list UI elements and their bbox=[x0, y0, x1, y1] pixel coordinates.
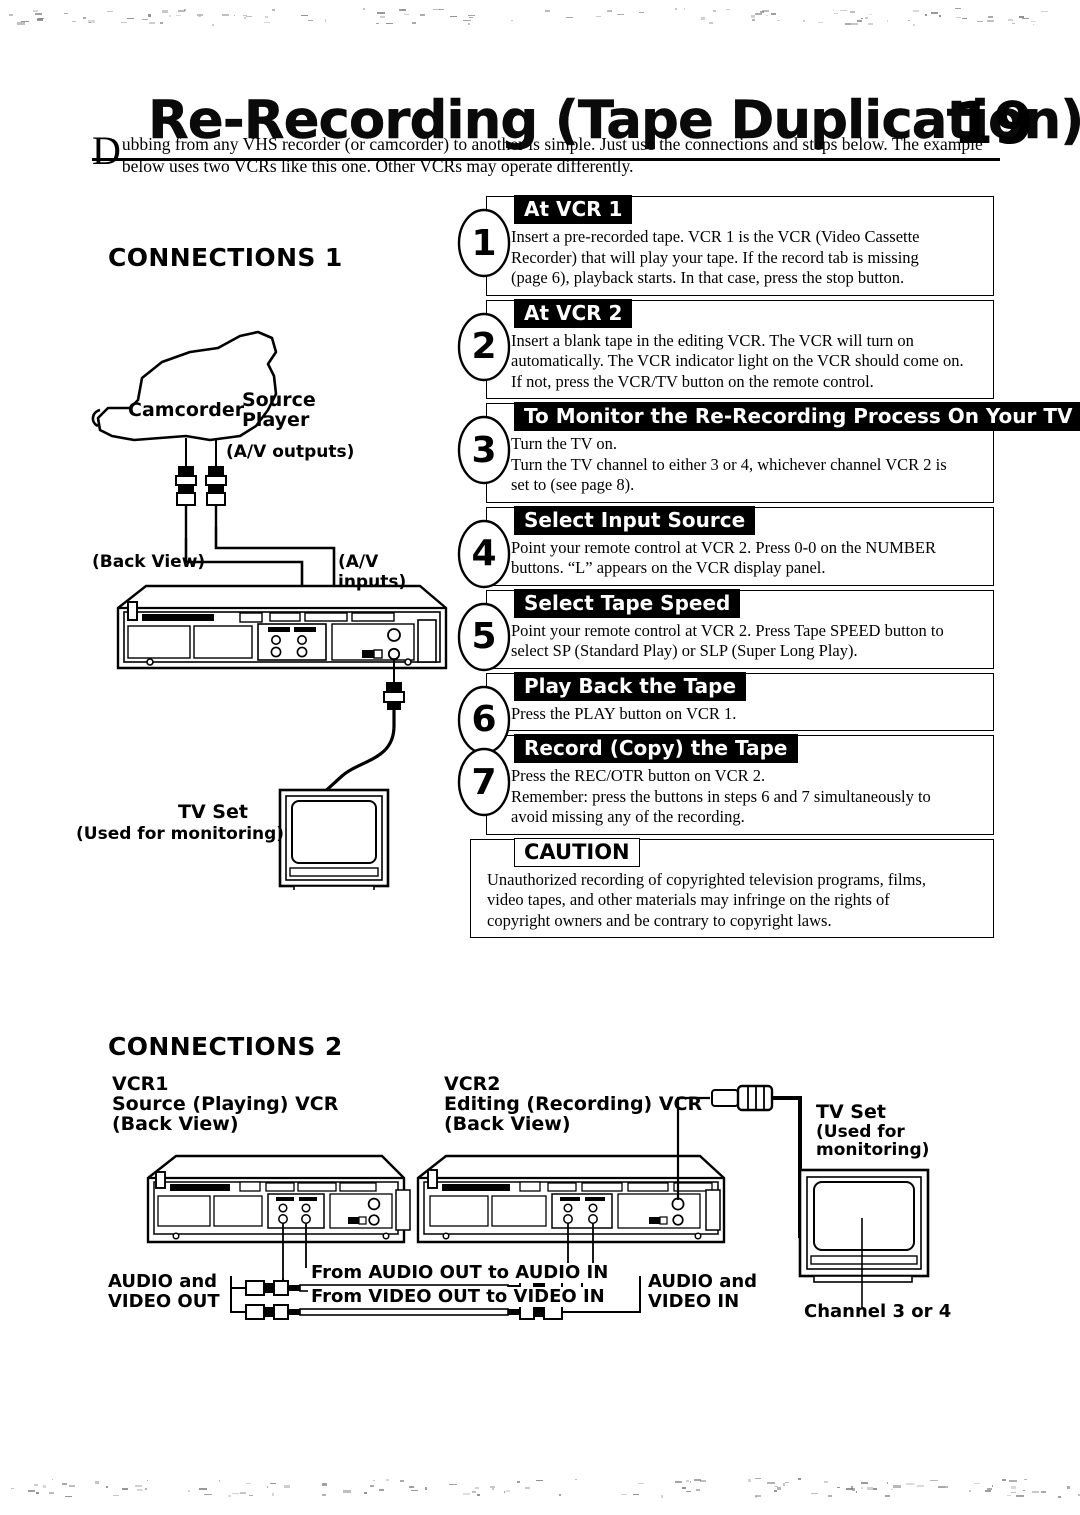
vcr1-label-line3: (Back View) bbox=[112, 1114, 239, 1134]
document-page: Re-Recording (Tape Duplication) 19 Dubbi… bbox=[0, 0, 1080, 1515]
cable-audio-label: From AUDIO OUT to AUDIO IN bbox=[308, 1263, 611, 1283]
vcr-back-panel-art bbox=[118, 586, 446, 668]
step-number-badge-7: 7 bbox=[456, 747, 512, 817]
step-text-line: If not, press the VCR/TV button on the r… bbox=[511, 372, 985, 393]
step-number-badge-4: 4 bbox=[456, 519, 512, 589]
step-heading-6: Play Back the Tape bbox=[514, 672, 746, 701]
step-text-line: Turn the TV on. bbox=[511, 434, 985, 455]
scan-noise-top bbox=[0, 8, 1080, 24]
step-1: 1 At VCR 1 Insert a pre-recorded tape. VCR… bbox=[456, 196, 994, 296]
caution-text-line: video tapes, and other materials may inf… bbox=[487, 890, 985, 911]
audio-video-in-line1: AUDIO and bbox=[648, 1272, 757, 1292]
vcr2-label-line2: Editing (Recording) VCR bbox=[444, 1094, 702, 1114]
step-number-2: 2 bbox=[456, 312, 512, 382]
caution-text-line: copyright owners and be contrary to copy… bbox=[487, 911, 985, 932]
step-heading-4: Select Input Source bbox=[514, 506, 755, 535]
tv-monitoring-2-label: monitoring) bbox=[816, 1140, 929, 1160]
intro-text: ubbing from any VHS recorder (or camcord… bbox=[122, 134, 983, 176]
step-number-badge-1: 1 bbox=[456, 208, 512, 278]
step-text-line: Press the PLAY button on VCR 1. bbox=[511, 704, 985, 725]
vcr1-label-line1: VCR1 bbox=[112, 1074, 169, 1094]
step-text-line: automatically. The VCR indicator light o… bbox=[511, 351, 985, 372]
tv-monitoring-label: (Used for monitoring) bbox=[76, 824, 284, 844]
step-text-line: Point your remote control at VCR 2. Pres… bbox=[511, 538, 985, 559]
step-text-line: Recorder) that will play your tape. If t… bbox=[511, 248, 985, 269]
camcorder-label: Camcorder bbox=[128, 400, 244, 420]
audio-video-out-line2: VIDEO OUT bbox=[108, 1292, 220, 1312]
step-number-badge-3: 3 bbox=[456, 415, 512, 485]
back-view-label: (Back View) bbox=[92, 552, 205, 572]
step-text-line: Insert a blank tape in the editing VCR. … bbox=[511, 331, 985, 352]
tv-set-art bbox=[280, 790, 388, 890]
step-text-line: Turn the TV channel to either 3 or 4, wh… bbox=[511, 455, 985, 476]
page-header: Re-Recording (Tape Duplication) 19 bbox=[0, 46, 1080, 130]
av-inputs-label: (A/V inputs) bbox=[338, 552, 450, 592]
step-number-4: 4 bbox=[456, 519, 512, 589]
step-body-5: Point your remote control at VCR 2. Pres… bbox=[511, 621, 985, 662]
step-heading-2: At VCR 2 bbox=[514, 299, 632, 328]
step-body-7: Press the REC/OTR button on VCR 2. Rememb… bbox=[511, 766, 985, 828]
step-heading-5: Select Tape Speed bbox=[514, 589, 740, 618]
channel-label: Channel 3 or 4 bbox=[804, 1302, 951, 1322]
step-body-1: Insert a pre-recorded tape. VCR 1 is the… bbox=[511, 227, 985, 289]
caution-heading: CAUTION bbox=[514, 838, 640, 867]
step-heading-3: To Monitor the Re-Recording Process On Y… bbox=[514, 402, 1080, 431]
step-7: 7 Record (Copy) the Tape Press the REC/OTR… bbox=[456, 735, 994, 835]
vcr1-label-line2: Source (Playing) VCR bbox=[112, 1094, 338, 1114]
step-3: 3 To Monitor the Re-Recording Process On … bbox=[456, 403, 994, 503]
step-text-line: Point your remote control at VCR 2. Pres… bbox=[511, 621, 985, 642]
step-text-line: Remember: press the buttons in steps 6 a… bbox=[511, 787, 985, 808]
step-number-3: 3 bbox=[456, 415, 512, 485]
step-text-line: avoid missing any of the recording. bbox=[511, 807, 985, 828]
step-number-7: 7 bbox=[456, 747, 512, 817]
step-body-4: Point your remote control at VCR 2. Pres… bbox=[511, 538, 985, 579]
step-number-1: 1 bbox=[456, 208, 512, 278]
connections-1-diagram: Camcorder Source Player (A/V outputs) (B… bbox=[90, 290, 450, 890]
audio-video-in-line2: VIDEO IN bbox=[648, 1292, 739, 1312]
step-heading-7: Record (Copy) the Tape bbox=[514, 734, 798, 763]
step-number-5: 5 bbox=[456, 602, 512, 672]
step-text-line: select SP (Standard Play) or SLP (Super … bbox=[511, 641, 985, 662]
step-number-badge-5: 5 bbox=[456, 602, 512, 672]
tv-used-for-label: (Used for bbox=[816, 1122, 905, 1142]
vcr2-label-line1: VCR2 bbox=[444, 1074, 501, 1094]
steps-list: 1 At VCR 1 Insert a pre-recorded tape. VCR… bbox=[456, 196, 994, 942]
caution-body: Unauthorized recording of copyrighted te… bbox=[487, 870, 985, 932]
drop-cap: D bbox=[92, 135, 122, 167]
audio-video-out-line1: AUDIO and bbox=[108, 1272, 217, 1292]
caution-block: CAUTION Unauthorized recording of copyrig… bbox=[456, 839, 994, 939]
tv-set-2-label: TV Set bbox=[816, 1102, 886, 1122]
step-6: 6 Play Back the Tape Press the PLAY button… bbox=[456, 673, 994, 732]
vcr2-label-line3: (Back View) bbox=[444, 1114, 571, 1134]
step-body-2: Insert a blank tape in the editing VCR. … bbox=[511, 331, 985, 393]
vcr1-back-panel-art bbox=[148, 1156, 410, 1242]
tv-set-label: TV Set bbox=[178, 802, 248, 822]
intro-paragraph: Dubbing from any VHS recorder (or camcor… bbox=[92, 133, 1000, 177]
step-number-6: 6 bbox=[456, 685, 512, 755]
step-number-badge-2: 2 bbox=[456, 312, 512, 382]
step-4: 4 Select Input Source Point your remote co… bbox=[456, 507, 994, 586]
step-text-line: Insert a pre-recorded tape. VCR 1 is the… bbox=[511, 227, 985, 248]
step-2: 2 At VCR 2 Insert a blank tape in the edit… bbox=[456, 300, 994, 400]
step-body-3: Turn the TV on. Turn the TV channel to ei… bbox=[511, 434, 985, 496]
source-player-label-line2: Player bbox=[242, 410, 309, 430]
tv-set-2-art bbox=[800, 1170, 928, 1308]
cable-video-label: From VIDEO OUT to VIDEO IN bbox=[308, 1287, 608, 1307]
connections-1-title: CONNECTIONS 1 bbox=[108, 243, 343, 272]
step-5: 5 Select Tape Speed Point your remote cont… bbox=[456, 590, 994, 669]
step-body-6: Press the PLAY button on VCR 1. bbox=[511, 704, 985, 725]
step-text-line: set to (see page 8). bbox=[511, 475, 985, 496]
step-text-line: (page 6), playback starts. In that case,… bbox=[511, 268, 985, 289]
source-player-label-line1: Source bbox=[242, 390, 316, 410]
step-text-line: Press the REC/OTR button on VCR 2. bbox=[511, 766, 985, 787]
coax-cable-art bbox=[320, 660, 404, 796]
connections-2-diagram: VCR1 Source (Playing) VCR (Back View) VC… bbox=[100, 1060, 1000, 1360]
caution-text-line: Unauthorized recording of copyrighted te… bbox=[487, 870, 985, 891]
step-number-badge-6: 6 bbox=[456, 685, 512, 755]
step-text-line: buttons. “L” appears on the VCR display … bbox=[511, 558, 985, 579]
step-heading-1: At VCR 1 bbox=[514, 195, 632, 224]
connections-2-title: CONNECTIONS 2 bbox=[108, 1032, 343, 1061]
av-outputs-label: (A/V outputs) bbox=[226, 442, 354, 462]
scan-noise-bottom bbox=[0, 1478, 1080, 1496]
